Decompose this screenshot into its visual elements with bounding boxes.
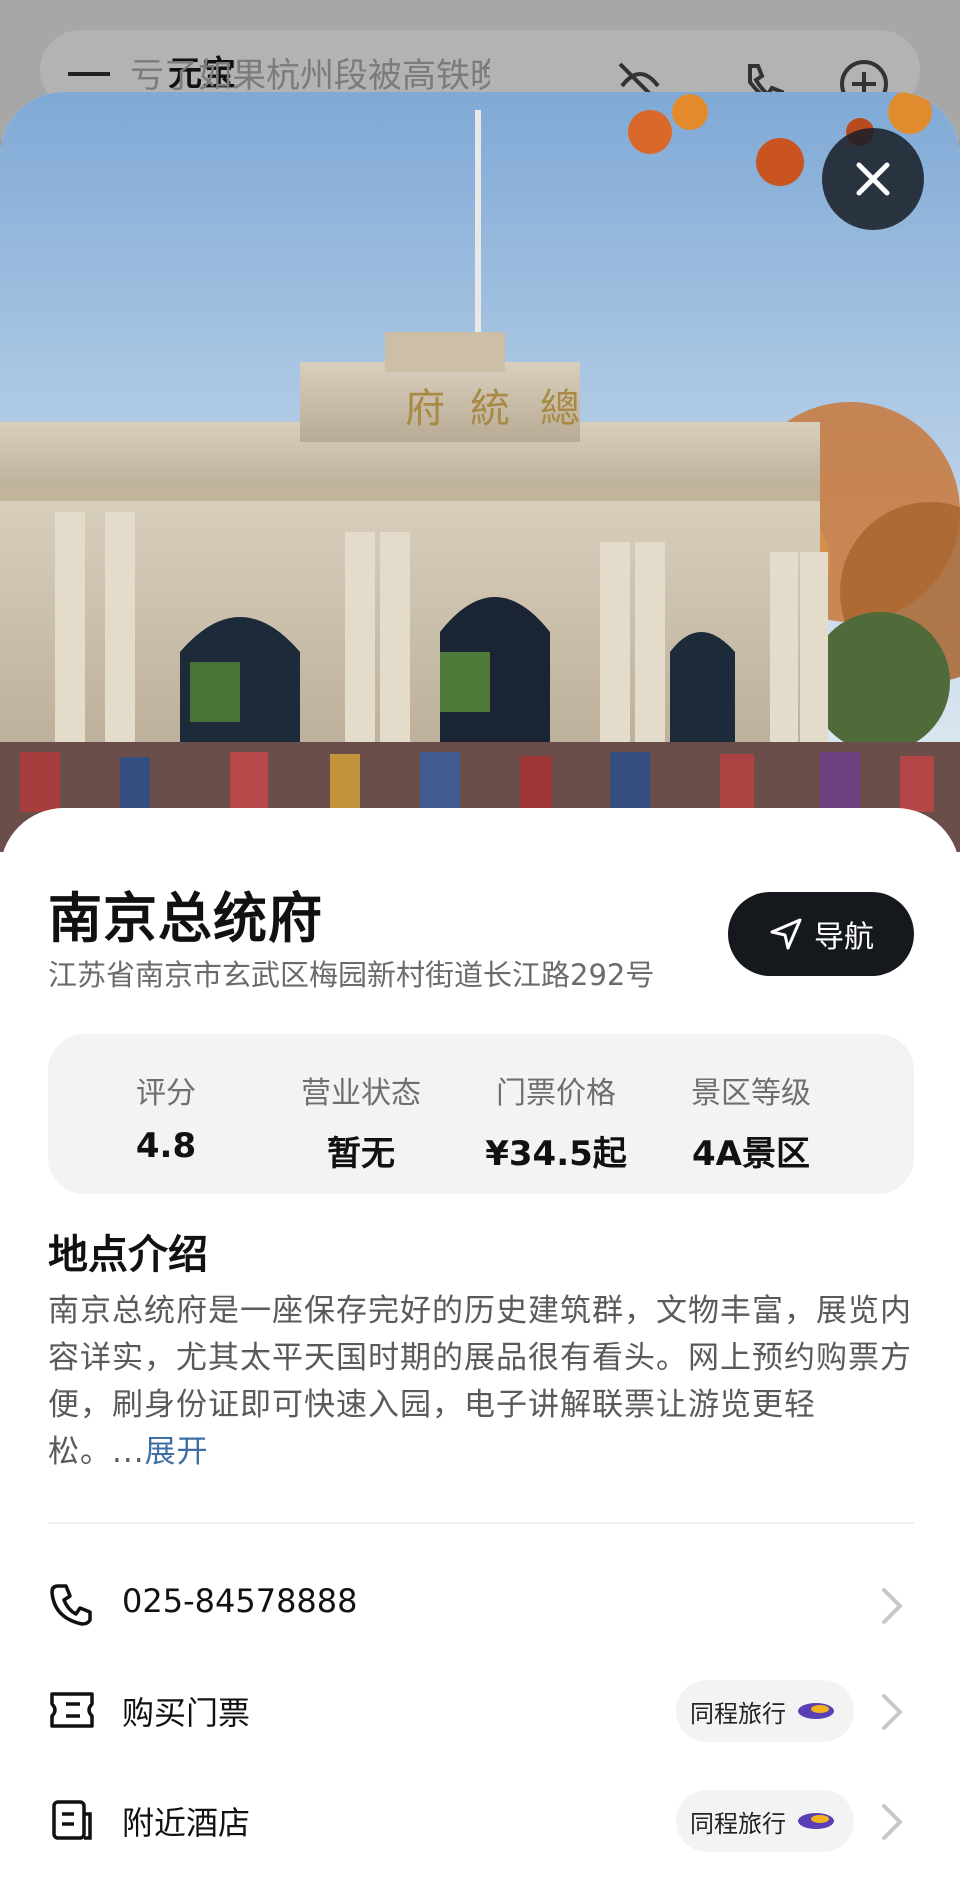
intro-text-block: 南京总统府是一座保存完好的历史建筑群，文物丰富，展览内容详实，尤其太平天国时期的… [48,1288,912,1476]
background-query-text: 亏了如果杭州段被高铁晚广 [130,56,490,96]
nearby-hotels-label: 附近酒店 [122,1804,251,1842]
stat-value: ¥34.5起 [485,1134,627,1174]
partner-name: 同程旅行 [690,1699,786,1728]
ticket-icon [50,1692,94,1728]
stats-panel: 评分 4.8 营业状态 暂无 门票价格 ¥34.5起 景区等级 4A景区 [48,1034,914,1194]
buy-tickets-label: 购买门票 [122,1694,251,1732]
close-icon [856,162,890,196]
stat-label: 营业状态 [301,1076,421,1111]
stat-label: 评分 [136,1076,196,1111]
phone-row[interactable]: 025-84578888 [48,1560,914,1650]
hotel-icon [52,1800,92,1840]
place-address: 江苏省南京市玄武区梅园新村街道长江路292号 [48,958,655,992]
stat-business-status: 营业状态 暂无 [266,1068,456,1175]
stat-value: 4A景区 [692,1134,810,1174]
navigate-label: 导航 [814,920,874,955]
hero-sign-char: 府 [405,386,445,432]
stat-value: 4.8 [135,1126,197,1166]
hero-sign-char: 統 [470,386,510,432]
partner-logo-icon [798,1703,834,1719]
nearby-hotels-row[interactable]: 附近酒店 同程旅行 [48,1776,914,1866]
stat-ticket-price: 门票价格 ¥34.5起 [461,1068,651,1175]
partner-logo-icon [798,1813,834,1829]
place-title: 南京总统府 [48,887,323,950]
stat-label: 景区等级 [691,1076,811,1111]
stat-value: 暂无 [327,1134,395,1174]
partner-name: 同程旅行 [690,1809,786,1838]
stat-scenic-level: 景区等级 4A景区 [656,1068,846,1175]
menu-icon [68,60,110,88]
divider [48,1522,914,1524]
expand-link[interactable]: 展开 [145,1434,209,1470]
place-detail-sheet: 府 統 總 南京总统府 江苏省南京市玄武区梅园新村街道长江路292号 导航 评分… [0,92,960,1880]
phone-number: 025-84578888 [122,1582,358,1620]
navigate-button[interactable]: 导航 [728,892,914,976]
partner-badge: 同程旅行 [676,1680,854,1742]
hero-sign-char: 總 [540,386,580,432]
navigation-arrow-icon [770,918,802,950]
phone-icon [50,1584,92,1626]
chevron-right-icon [882,1804,903,1840]
partner-badge: 同程旅行 [676,1790,854,1852]
stat-label: 门票价格 [496,1076,616,1111]
close-button[interactable] [822,128,924,230]
hero-photo: 府 統 總 [0,92,960,852]
chevron-right-icon [882,1588,903,1624]
place-info-panel: 南京总统府 江苏省南京市玄武区梅园新村街道长江路292号 导航 评分 4.8 营… [0,808,960,1880]
chevron-right-icon [882,1694,903,1730]
buy-tickets-row[interactable]: 购买门票 同程旅行 [48,1666,914,1756]
intro-title: 地点介绍 [48,1232,208,1278]
stat-rating: 评分 4.8 [71,1068,261,1166]
